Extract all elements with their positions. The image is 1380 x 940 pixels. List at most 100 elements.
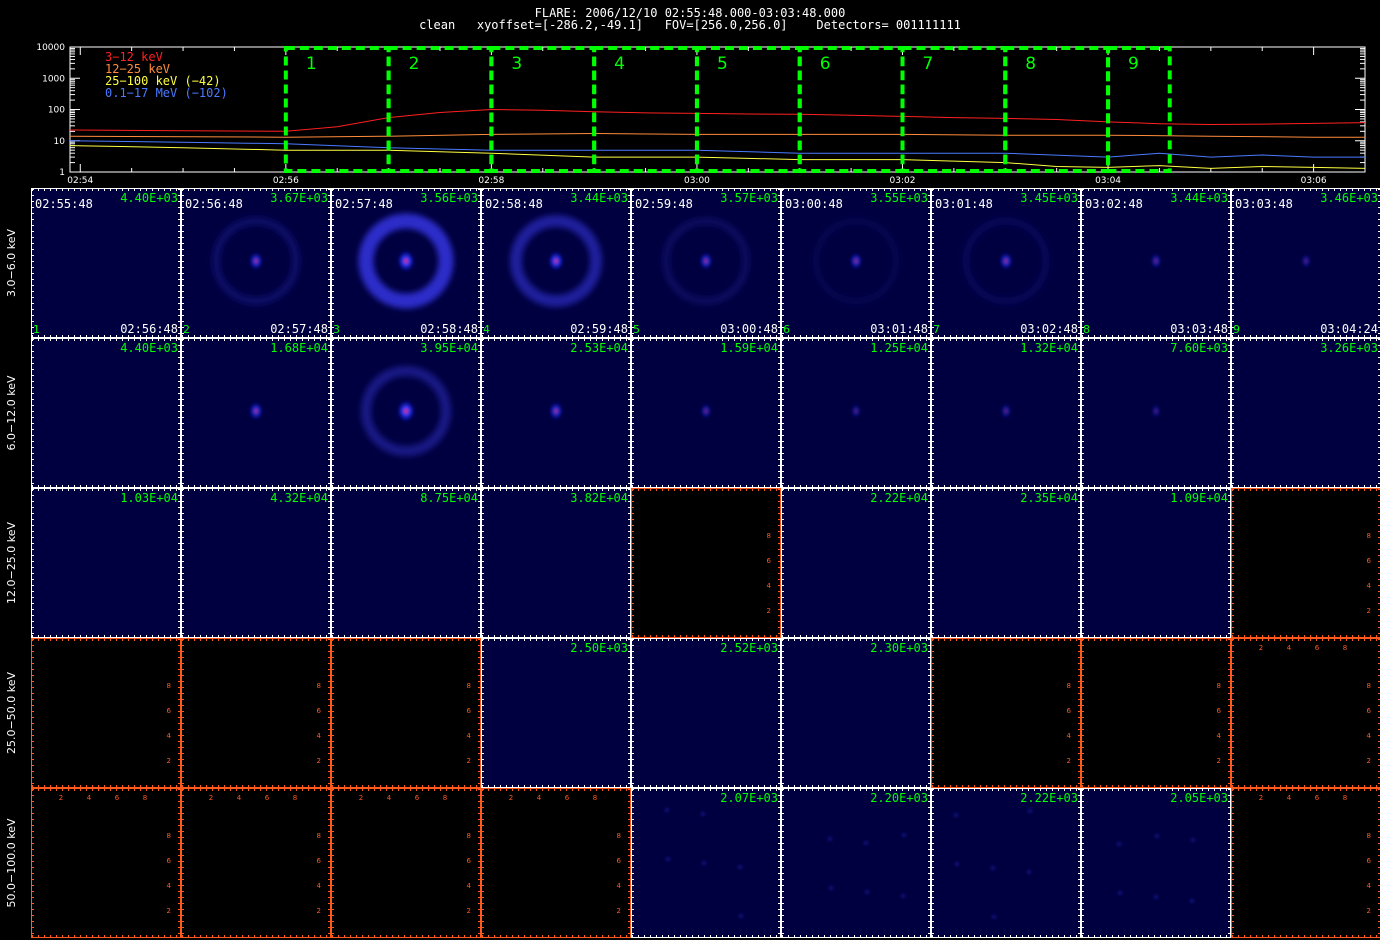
panel-number: 5	[633, 323, 640, 336]
panel-end-time: 03:03:48	[1170, 322, 1228, 336]
x-tick-label: 02:56	[273, 176, 299, 186]
source-blob	[547, 250, 565, 272]
noise-speckle	[900, 893, 906, 899]
empty-axis-tick: 2	[317, 757, 321, 765]
max-count-label: 3.44E+03	[570, 191, 628, 205]
noise-speckle	[864, 889, 870, 895]
source-blob	[396, 249, 416, 273]
image-panel: 8.75E+04	[331, 488, 481, 638]
noise-speckle	[1154, 833, 1160, 839]
image-panel: 3.57E+03 02:59:48 03:00:48 5	[631, 188, 781, 338]
image-panel: 2.22E+04	[781, 488, 931, 638]
max-count-label: 3.46E+03	[1320, 191, 1378, 205]
empty-axis-tick: 8	[1343, 794, 1347, 802]
panel-end-time: 03:04:24	[1320, 322, 1378, 336]
empty-axis-tick: 2	[1367, 907, 1371, 915]
panel-end-time: 02:59:48	[570, 322, 628, 336]
empty-axis-tick: 8	[167, 682, 171, 690]
panel-background	[631, 638, 781, 788]
interval-label: 3	[511, 54, 522, 74]
interval-label: 5	[717, 54, 728, 74]
noise-speckle	[901, 832, 907, 838]
empty-axis-tick: 6	[1217, 707, 1222, 715]
panel-background	[1231, 788, 1380, 938]
empty-axis-tick: 2	[1259, 794, 1263, 802]
empty-axis-tick: 8	[1367, 532, 1371, 540]
interval-label: 1	[306, 54, 317, 74]
empty-axis-tick: 2	[1259, 644, 1263, 652]
image-panel: 3.82E+04	[481, 488, 631, 638]
noise-speckle	[1153, 894, 1159, 900]
empty-axis-tick: 8	[467, 682, 471, 690]
image-panel: 2 4 6 8	[181, 638, 331, 788]
panel-background	[781, 488, 931, 638]
empty-axis-tick: 6	[167, 707, 172, 715]
image-panel: 1.25E+04	[781, 338, 931, 488]
max-count-label: 1.25E+04	[870, 341, 928, 355]
max-count-label: 2.30E+03	[870, 641, 928, 655]
empty-axis-tick: 6	[265, 794, 270, 802]
image-panel: 2 4 6 8	[631, 488, 781, 638]
image-panel: 2.52E+03	[631, 638, 781, 788]
empty-axis-tick: 4	[767, 582, 772, 590]
empty-axis-tick: 2	[167, 907, 171, 915]
max-count-label: 3.55E+03	[870, 191, 928, 205]
panel-background	[781, 788, 931, 938]
panel-number: 6	[783, 323, 790, 336]
source-blob	[396, 399, 416, 423]
empty-axis-tick: 6	[565, 794, 570, 802]
empty-axis-tick: 2	[509, 794, 513, 802]
empty-axis-tick: 8	[143, 794, 147, 802]
empty-axis-tick: 2	[209, 794, 213, 802]
image-panel: 2 2 4 4 6 6 8 8	[31, 788, 181, 938]
noise-speckle	[701, 860, 707, 866]
panel-background	[31, 488, 181, 638]
image-panel: 2 4 6 8	[31, 638, 181, 788]
source-blob	[248, 251, 264, 271]
panel-number: 9	[1233, 323, 1240, 336]
source-blob	[1149, 252, 1163, 270]
image-panel: 3.44E+03 02:58:48 02:59:48 4	[481, 188, 631, 338]
interval-label: 2	[409, 54, 420, 74]
panel-end-time: 02:56:48	[120, 322, 178, 336]
image-panel: 2 2 4 4 6 6 8 8	[331, 788, 481, 938]
empty-axis-tick: 6	[1367, 707, 1372, 715]
empty-axis-tick: 8	[593, 794, 597, 802]
image-panel: 2 4 6 8	[1231, 488, 1380, 638]
image-panel: 1.09E+04	[1081, 488, 1231, 638]
panel-end-time: 03:00:48	[720, 322, 778, 336]
source-blob	[998, 251, 1014, 271]
interval-label: 9	[1128, 54, 1139, 74]
empty-axis-tick: 4	[317, 732, 322, 740]
panel-background	[331, 788, 481, 938]
row-energy-label: 12.0−25.0 keV	[5, 522, 18, 604]
y-tick-label: 1	[59, 168, 65, 178]
empty-axis-tick: 2	[467, 907, 471, 915]
interval-label: 7	[923, 54, 934, 74]
source-blob	[548, 401, 564, 421]
max-count-label: 3.26E+03	[1320, 341, 1378, 355]
noise-speckle	[700, 811, 706, 817]
panel-start-time: 03:01:48	[935, 197, 993, 211]
panel-background	[181, 488, 331, 638]
empty-axis-tick: 4	[1367, 582, 1372, 590]
panel-start-time: 03:03:48	[1235, 197, 1293, 211]
panel-background	[1081, 788, 1231, 938]
y-tick-label: 100	[48, 106, 65, 116]
empty-axis-tick: 4	[237, 794, 242, 802]
empty-axis-tick: 8	[317, 832, 321, 840]
y-tick-label: 1000	[42, 74, 65, 84]
max-count-label: 4.40E+03	[120, 341, 178, 355]
panel-end-time: 03:01:48	[870, 322, 928, 336]
max-count-label: 1.03E+04	[120, 491, 178, 505]
y-tick-label: 10000	[36, 43, 65, 53]
empty-axis-tick: 6	[767, 557, 772, 565]
image-panel: 4.40E+03	[31, 338, 181, 488]
empty-axis-tick: 2	[359, 794, 363, 802]
panel-start-time: 03:00:48	[785, 197, 843, 211]
empty-axis-tick: 2	[617, 907, 621, 915]
x-tick-label: 03:04	[1095, 176, 1121, 186]
interval-label: 4	[614, 54, 625, 74]
x-tick-label: 03:02	[890, 176, 916, 186]
image-panel: 4.32E+04	[181, 488, 331, 638]
